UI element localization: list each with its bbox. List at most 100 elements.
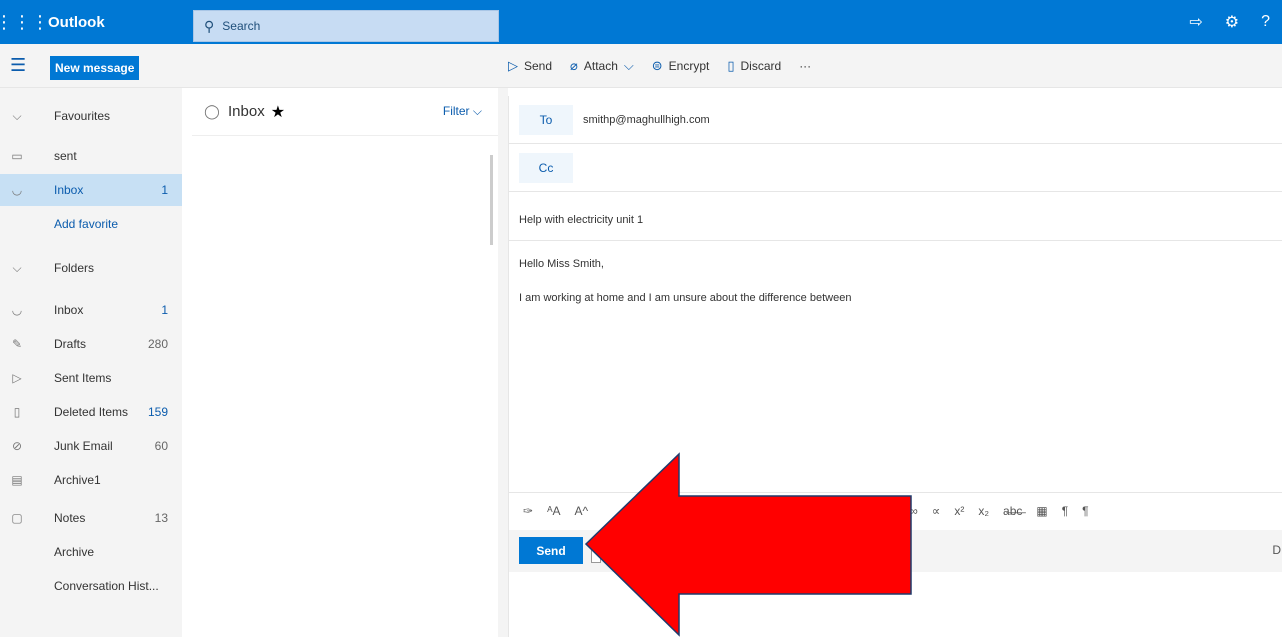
command-row: ☰ New message ▷ Send ⌀ Attach ⌵ ⊜ Encryp… [0,44,1282,88]
sidebar-item-label: Deleted Items [54,405,129,419]
inbox-icon: ◡ [11,183,23,197]
new-message-button[interactable]: New message [50,56,140,80]
remove-link-icon[interactable]: ∝ [932,504,941,518]
insert-table-icon[interactable]: ▦ [1036,504,1047,518]
strikethrough-icon[interactable]: a̶b̶c̶ [1003,504,1022,518]
pane-divider [498,88,508,637]
sidebar-item-conversation-history[interactable]: Conversation Hist... [0,570,182,602]
send-command[interactable]: ▷ Send [508,58,552,74]
superscript-icon[interactable]: x² [954,504,964,518]
favourites-label: Favourites [54,109,111,123]
add-favorite-link[interactable]: Add favorite [0,208,182,240]
folders-header[interactable]: ⌵ Folders [0,252,182,284]
subscript-icon[interactable]: x₂ [978,504,989,518]
note-icon: ▢ [11,511,23,525]
add-favorite-label: Add favorite [54,217,119,231]
more-options-button[interactable]: ··· [799,59,811,73]
send-command-label: Send [524,59,553,73]
search-input[interactable]: Search [222,19,260,33]
sidebar-item-archive[interactable]: Archive [0,536,182,568]
item-count: 13 [154,511,168,525]
unread-count: 159 [147,405,168,419]
cc-button[interactable]: Cc [519,152,573,183]
message-list: ◯ Inbox ★ Filter ⌵ [192,88,498,637]
sidebar-item-inbox[interactable]: ◡ Inbox 1 [0,294,182,326]
folders-label: Folders [54,261,95,275]
sidebar-item-notes[interactable]: ▢ Notes 13 [0,502,182,534]
encrypt-command[interactable]: ⊜ Encrypt [652,58,710,74]
body-greeting[interactable]: Hello Miss Smith, [519,258,604,270]
message-list-header: ◯ Inbox ★ Filter ⌵ [192,88,498,136]
pane-gap [182,138,192,637]
chevron-down-icon: ⌵ [469,104,482,118]
search-box[interactable]: ⚲ Search [193,10,499,42]
top-bar: ⋮⋮⋮ Outlook ⚲ Search ⇨ ⚙ ? [0,0,1282,44]
chevron-down-icon[interactable]: ⌵ [0,109,34,124]
sidebar-item-label: Archive1 [54,473,101,487]
ltr-icon[interactable]: ¶ [1062,504,1068,518]
trash-icon: ▯ [13,405,21,419]
block-icon: ⊘ [11,439,23,453]
arrow-shape [585,452,912,637]
pencil-icon: ✎ [11,337,23,351]
top-right-icons: ⇨ ⚙ ? [1189,0,1270,44]
format-painter-icon[interactable]: ✑ [523,504,533,518]
sidebar-item-sent-items[interactable]: ▷ Sent Items [0,362,182,394]
trash-icon: ▯ [727,58,735,73]
message-list-title: Inbox [228,103,265,120]
sidebar-item-label: Archive [54,545,95,559]
attach-command[interactable]: ⌀ Attach ⌵ [570,58,634,74]
attach-command-label: Attach [583,59,618,73]
sidebar-item-sent[interactable]: ▭ sent [0,140,182,172]
sidebar-item-label: Conversation Hist... [54,579,159,593]
send-icon: ▷ [12,371,22,385]
select-all-checkbox-icon[interactable]: ◯ [196,103,228,120]
unread-count: 1 [161,183,168,197]
gear-icon[interactable]: ⚙ [1225,12,1239,32]
folder-pane: ⌵ Favourites ▭ sent ◡ Inbox 1 Add favori… [0,88,182,637]
item-count: 60 [154,439,168,453]
red-arrow-annotation [585,452,912,637]
subject-field[interactable]: Help with electricity unit 1 [519,214,643,226]
sidebar-item-archive1[interactable]: ▤ Archive1 [0,464,182,496]
send-button[interactable]: Send [519,537,583,564]
font-size-icon[interactable]: ᴬA [547,504,560,518]
to-recipient[interactable]: smithp@maghullhigh.com [583,114,710,126]
star-icon[interactable]: ★ [271,102,285,122]
sidebar-item-junk-email[interactable]: ⊘ Junk Email 60 [0,430,182,462]
sidebar-item-label: Sent Items [54,371,112,385]
subject-divider [509,240,1282,241]
sidebar-item-inbox-favourite[interactable]: ◡ Inbox 1 [0,174,182,206]
sidebar-item-deleted-items[interactable]: ▯ Deleted Items 159 [0,396,182,428]
help-icon[interactable]: ? [1261,13,1270,31]
favourites-header[interactable]: ⌵ Favourites [0,100,182,132]
sidebar-item-label: Drafts [54,337,87,351]
sidebar-item-label: Notes [54,511,86,525]
folder-icon: ▭ [11,149,23,163]
body-text[interactable]: I am working at home and I am unsure abo… [519,292,851,304]
search-icon: ⚲ [204,17,215,34]
rtl-icon[interactable]: ¶ [1082,504,1088,518]
sidebar-item-drafts[interactable]: ✎ Drafts 280 [0,328,182,360]
discard-command-label: Discard [740,59,782,73]
discard-command[interactable]: ▯ Discard [727,58,781,74]
unread-count: 1 [161,303,168,317]
sidebar-item-label: Inbox [54,303,84,317]
sidebar-item-label: sent [54,149,77,163]
to-row: To smithp@maghullhigh.com [509,96,1282,144]
to-button[interactable]: To [519,104,573,135]
paperclip-icon: ⌀ [570,58,578,73]
inbox-icon: ◡ [11,303,23,317]
hamburger-icon[interactable]: ☰ [10,55,26,76]
filter-label: Filter [442,104,470,118]
filter-button[interactable]: Filter ⌵ [443,104,482,119]
app-name[interactable]: Outlook [48,14,193,31]
encrypt-icon: ⊜ [651,58,663,73]
app-launcher-icon[interactable]: ⋮⋮⋮ [0,0,49,44]
sidebar-item-label: Junk Email [54,439,113,453]
my-day-icon[interactable]: ⇨ [1189,12,1202,32]
message-list-scrollbar[interactable] [490,155,493,245]
compose-command-bar: ▷ Send ⌀ Attach ⌵ ⊜ Encrypt ▯ Discard ··… [508,44,811,88]
chevron-down-icon[interactable]: ⌵ [624,58,634,74]
chevron-down-icon[interactable]: ⌵ [0,261,34,276]
